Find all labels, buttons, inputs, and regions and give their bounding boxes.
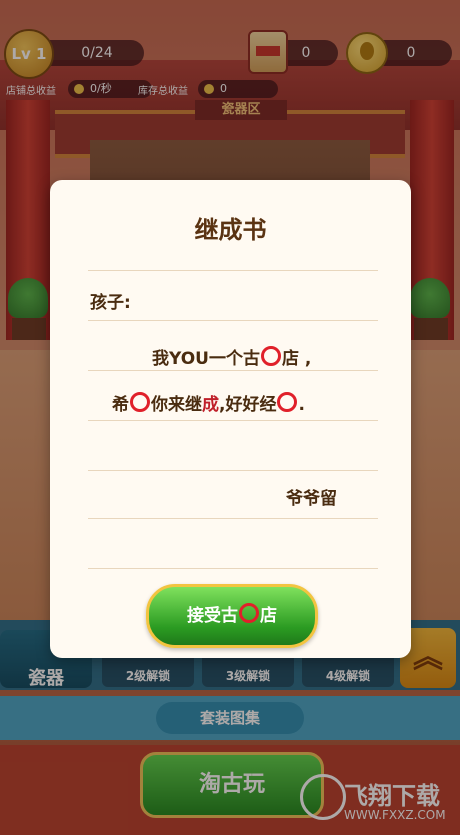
red-circle-icon [260,346,281,366]
signature-text: 爷爷留 [286,489,337,509]
letter-line-2-b: 你来继 [151,395,202,415]
red-circle-icon [277,392,298,412]
accept-shop-button[interactable]: 接受古 店 [146,584,318,648]
ruled-line [88,470,378,471]
red-circle-icon [130,392,150,412]
ruled-line [88,270,378,271]
accept-label-b: 店 [260,606,277,626]
letter-line-1-b: 店 , [281,349,312,369]
accept-label-a: 接受古 [187,606,238,626]
letter-line-2: 希 你来继成,好好经. [112,390,305,415]
letter-line-2-e: . [298,395,305,415]
red-circle-icon [239,603,259,623]
greeting-text: 孩子: [90,293,131,313]
dialog-title: 继成书 [194,216,267,244]
ruled-line [88,420,378,421]
inheritance-letter-dialog: 继成书 孩子: 我YOU一个古 店 , 希 你来继成,好好经. 爷爷留 接受古 店 [50,180,411,658]
letter-line-2-d: ,好好经 [219,395,277,415]
letter-line-2-a: 希 [112,395,129,415]
ruled-line [88,518,378,519]
letter-line-1: 我YOU一个古 店 , [152,344,311,369]
ruled-line [88,320,378,321]
letter-line-1-a: 我YOU一个古 [152,349,260,369]
ruled-line [88,370,378,371]
letter-line-2-crossed: 成 [202,395,219,415]
ruled-line [88,568,378,569]
